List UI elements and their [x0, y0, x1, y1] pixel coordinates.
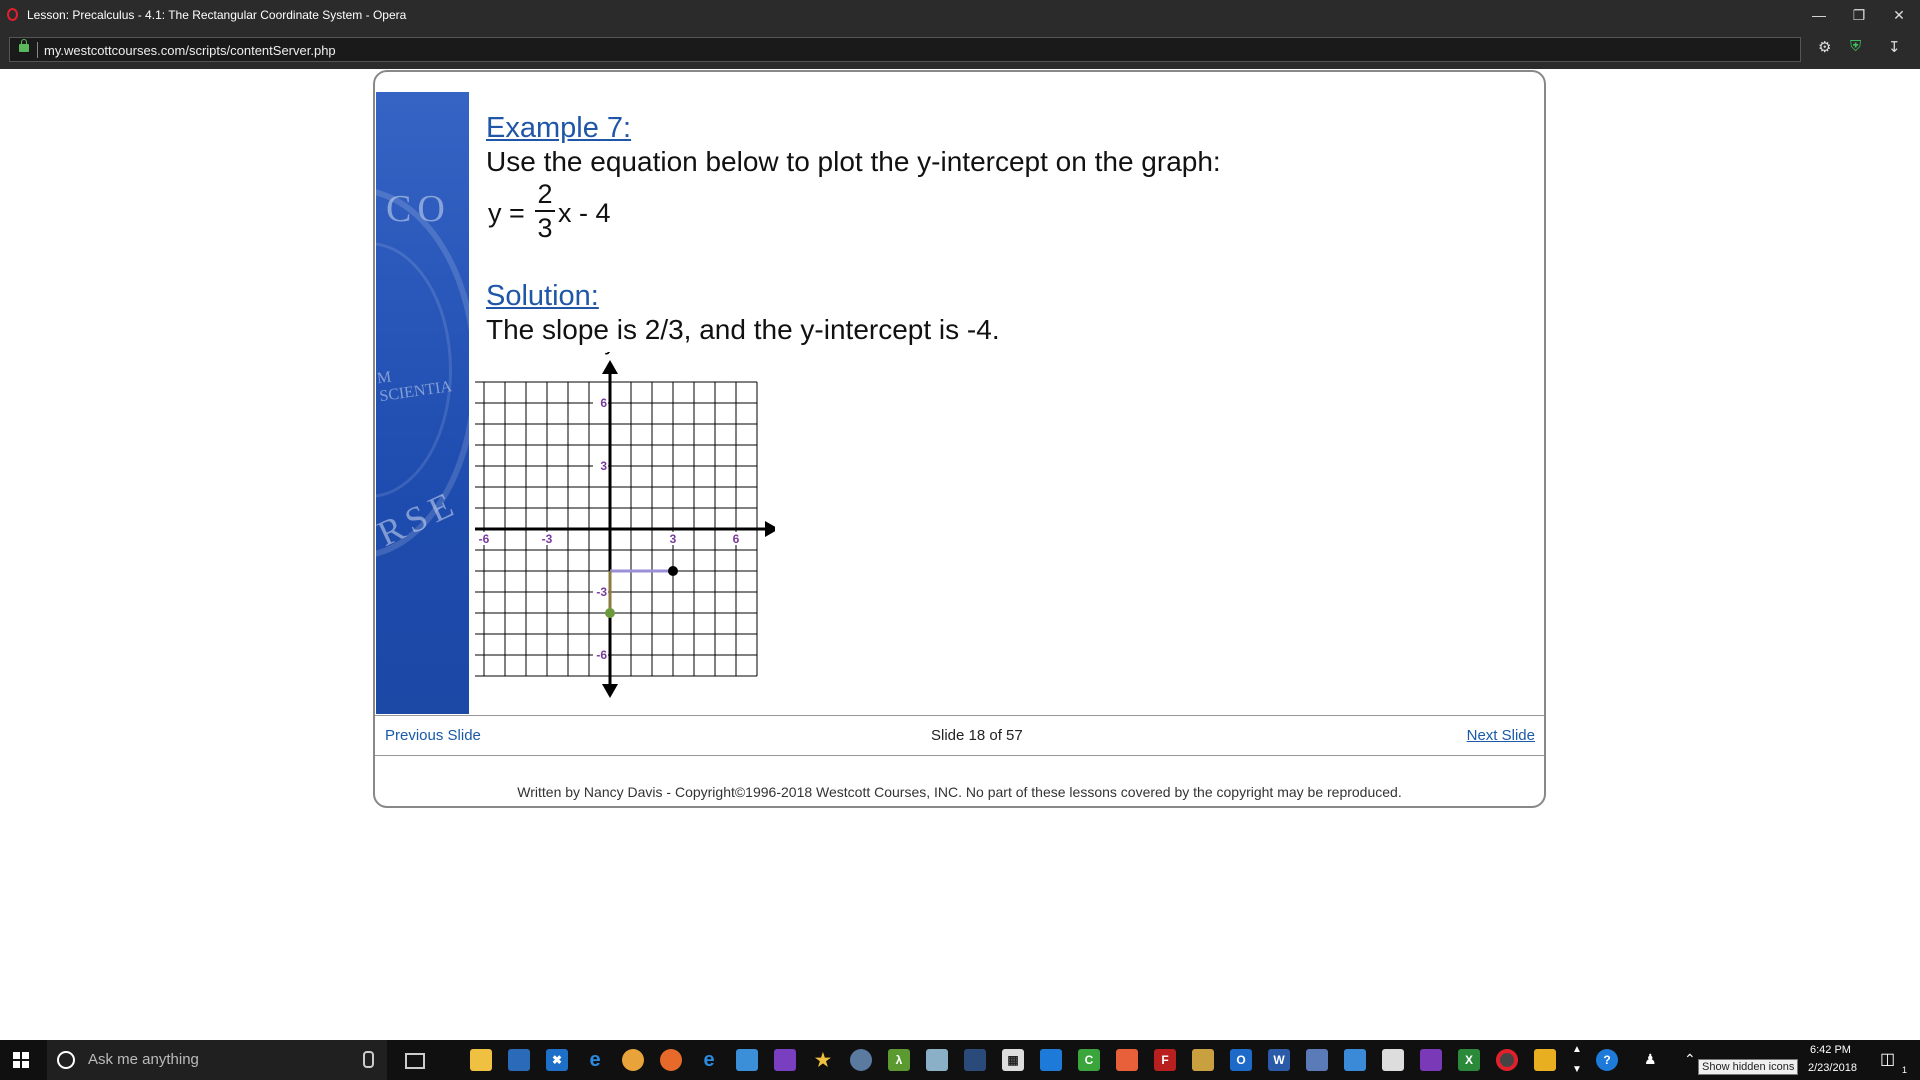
clock-date[interactable]: 2/23/2018 — [1808, 1062, 1857, 1074]
opera-taskbar-icon[interactable] — [1496, 1049, 1518, 1071]
search-placeholder: Ask me anything — [88, 1051, 199, 1068]
address-bar: my.westcottcourses.com/scripts/contentSe… — [0, 31, 1920, 69]
seal-text: CO — [386, 188, 451, 230]
calculator-icon[interactable]: ▦ — [1002, 1049, 1024, 1071]
x-tick-label: 6 — [733, 532, 740, 546]
help-icon[interactable]: ? — [1596, 1049, 1618, 1071]
app-icon[interactable] — [926, 1049, 948, 1071]
opera-logo-icon — [7, 8, 18, 21]
notification-count: 1 — [1902, 1065, 1908, 1075]
fraction: 2 3 — [535, 180, 555, 242]
decorative-sidebar: CO M SCIENTIA RSE — [376, 92, 469, 714]
download-icon[interactable]: ↧ — [1888, 38, 1901, 56]
visual-studio-icon[interactable] — [1420, 1049, 1442, 1071]
plotted-point — [668, 566, 678, 576]
y-tick-label: 3 — [600, 459, 607, 473]
copyright-footer: Written by Nancy Davis - Copyright©1996-… — [517, 784, 1402, 800]
url-text: my.westcottcourses.com/scripts/contentSe… — [44, 43, 336, 58]
app-icon[interactable] — [774, 1049, 796, 1071]
equation-suffix: x - 4 — [558, 198, 611, 228]
example-heading: Example 7: — [486, 112, 632, 144]
app-icon[interactable] — [1192, 1049, 1214, 1071]
app-icon[interactable] — [964, 1049, 986, 1071]
mail-app-icon[interactable]: ✖ — [546, 1049, 568, 1071]
x-tick-label: -3 — [542, 532, 553, 546]
x-tick-label: 3 — [670, 532, 677, 546]
solution-text: The slope is 2/3, and the y-intercept is… — [486, 314, 1000, 345]
close-button[interactable]: ✕ — [1884, 4, 1914, 26]
chrome-icon[interactable] — [622, 1049, 644, 1071]
mail-envelope-icon[interactable] — [1382, 1049, 1404, 1071]
chevron-up-icon[interactable]: ▲ — [1572, 1044, 1582, 1055]
task-view-icon[interactable] — [405, 1053, 425, 1069]
fraction-numerator: 2 — [537, 179, 553, 209]
file-explorer-icon[interactable] — [470, 1049, 492, 1071]
coordinate-graph: -6-33663-3-6xy — [475, 352, 775, 698]
settings-icon[interactable]: ⚙ — [1818, 38, 1831, 56]
y-tick-label: -6 — [596, 648, 607, 662]
star-app-icon[interactable]: ★ — [812, 1049, 834, 1071]
windows-start-icon[interactable] — [13, 1052, 29, 1068]
solution-heading: Solution: — [486, 280, 599, 312]
y-tick-label: 6 — [600, 396, 607, 410]
taskbar: Ask me anything ✖ e e ★ λ ▦ C F O W X ▲ … — [0, 1040, 1920, 1080]
x-tick-label: -6 — [479, 532, 490, 546]
filezilla-icon[interactable]: F — [1154, 1049, 1176, 1071]
app-icon[interactable] — [850, 1049, 872, 1071]
app-icon[interactable]: C — [1078, 1049, 1100, 1071]
notification-icon[interactable]: ◫ — [1880, 1049, 1895, 1069]
firefox-icon[interactable] — [660, 1049, 682, 1071]
vpn-shield-icon[interactable]: ⛨ — [1850, 38, 1861, 55]
edge-icon[interactable]: e — [584, 1049, 606, 1071]
tooltip: Show hidden icons — [1698, 1059, 1799, 1075]
app-icon[interactable] — [1344, 1049, 1366, 1071]
search-box[interactable]: Ask me anything — [47, 1040, 387, 1080]
y-axis-label: y — [605, 352, 616, 355]
equation-prefix: y = — [488, 198, 525, 228]
app-icon[interactable] — [1306, 1049, 1328, 1071]
y-axis-arrow-down — [602, 684, 618, 698]
app-icon[interactable] — [736, 1049, 758, 1071]
window-title: Lesson: Precalculus - 4.1: The Rectangul… — [27, 8, 407, 22]
outlook-icon[interactable]: O — [1230, 1049, 1252, 1071]
url-field[interactable]: my.westcottcourses.com/scripts/contentSe… — [9, 37, 1801, 62]
slide-counter: Slide 18 of 57 — [931, 727, 1023, 744]
app-icon[interactable] — [1040, 1049, 1062, 1071]
excel-icon[interactable]: X — [1458, 1049, 1480, 1071]
cortana-icon — [57, 1051, 75, 1069]
app-icon[interactable] — [1534, 1049, 1556, 1071]
x-axis-arrow-right — [765, 521, 775, 537]
internet-explorer-icon[interactable]: e — [698, 1049, 720, 1071]
lesson-panel: CO M SCIENTIA RSE Example 7: Use the equ… — [373, 70, 1546, 808]
clock-time[interactable]: 6:42 PM — [1810, 1044, 1851, 1056]
title-bar: Lesson: Precalculus - 4.1: The Rectangul… — [0, 0, 1920, 31]
previous-slide-link[interactable]: Previous Slide — [385, 727, 481, 744]
y-tick-label: -3 — [596, 585, 607, 599]
people-icon[interactable]: ♟ — [1644, 1051, 1657, 1068]
app-icon[interactable] — [1116, 1049, 1138, 1071]
y-axis-arrow-up — [602, 360, 618, 374]
restore-button[interactable]: ❐ — [1844, 4, 1874, 26]
lambda-app-icon[interactable]: λ — [888, 1049, 910, 1071]
lock-icon — [19, 39, 29, 52]
next-slide-link[interactable]: Next Slide — [1467, 727, 1535, 744]
microphone-icon[interactable] — [363, 1051, 374, 1068]
plotted-point — [605, 608, 615, 618]
minimize-button[interactable]: — — [1804, 4, 1834, 26]
word-icon[interactable]: W — [1268, 1049, 1290, 1071]
store-icon[interactable] — [508, 1049, 530, 1071]
instruction-text: Use the equation below to plot the y-int… — [486, 146, 1221, 177]
show-hidden-icons-chevron-icon[interactable]: ⌃ — [1684, 1051, 1696, 1068]
chevron-down-icon[interactable]: ▼ — [1572, 1064, 1582, 1075]
fraction-denominator: 3 — [537, 213, 553, 243]
